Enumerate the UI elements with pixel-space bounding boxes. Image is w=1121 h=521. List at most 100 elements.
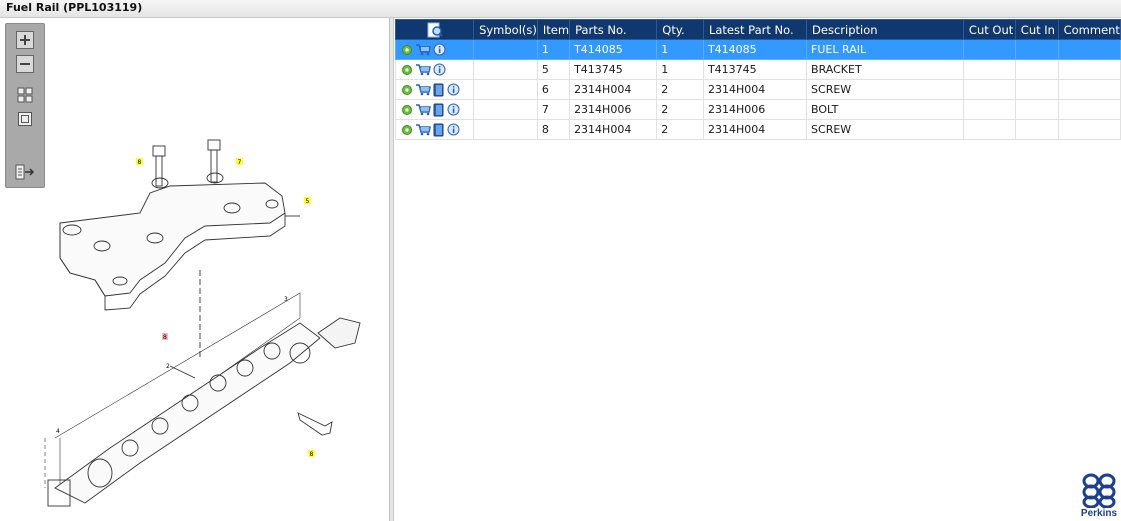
callout-label: 7 — [238, 159, 242, 166]
symbols-cell — [473, 79, 538, 100]
quantity-cell: 2 — [656, 79, 704, 100]
window-title: Fuel Rail (PPL103119) — [6, 1, 143, 14]
column-header-parts-no[interactable]: Parts No. — [569, 19, 658, 40]
item-cell: 5 — [536, 59, 571, 80]
callout-label: 3 — [284, 296, 288, 303]
cut-in-cell — [1014, 119, 1059, 140]
parts-table: Symbol(s) Item Parts No. Qty. Latest Par… — [394, 19, 1121, 140]
cut-out-cell — [962, 99, 1016, 120]
row-actions-cell — [394, 119, 475, 140]
configure-icon[interactable] — [401, 84, 413, 96]
table-row[interactable]: 1 T414085 1 T414085 FUEL RAIL — [394, 39, 1121, 60]
comment-cell — [1057, 119, 1121, 140]
square-icon — [18, 112, 32, 126]
export-list-icon — [15, 164, 35, 180]
part-number-cell: 2314H004 — [569, 119, 658, 140]
latest-part-number-cell: 2314H004 — [702, 119, 808, 140]
zoom-in-button[interactable] — [13, 30, 37, 50]
exploded-view-drawing[interactable]: 8 7 5 8 3 2 4 8 — [0, 18, 390, 521]
row-actions-cell — [394, 79, 475, 100]
table-row[interactable]: 5 T413745 1 T413745 BRACKET — [394, 59, 1121, 80]
item-cell: 6 — [536, 79, 571, 100]
info-icon[interactable] — [433, 63, 446, 76]
column-header-symbols[interactable]: Symbol(s) — [473, 19, 538, 40]
configure-icon[interactable] — [401, 44, 413, 56]
service-manual-icon[interactable] — [433, 83, 445, 97]
zoom-toolbar — [5, 23, 45, 188]
column-header-qty[interactable]: Qty. — [656, 19, 704, 40]
column-header-comment[interactable]: Comment — [1057, 19, 1121, 40]
cut-in-cell — [1014, 99, 1059, 120]
quantity-cell: 1 — [656, 59, 704, 80]
latest-part-number-cell: T414085 — [702, 39, 808, 60]
column-header-item[interactable]: Item — [536, 19, 571, 40]
callout-label: 8 — [138, 159, 142, 166]
fit-view-button[interactable] — [13, 85, 37, 105]
part-number-cell: T414085 — [569, 39, 658, 60]
zoom-in-icon — [16, 31, 34, 49]
service-manual-icon[interactable] — [433, 103, 445, 117]
column-header-description[interactable]: Description — [806, 19, 964, 40]
symbols-cell — [473, 39, 538, 60]
add-to-cart-icon[interactable] — [415, 63, 431, 76]
part-number-cell: 2314H004 — [569, 79, 658, 100]
description-cell: BOLT — [806, 99, 964, 120]
quantity-cell: 1 — [656, 39, 704, 60]
description-cell: SCREW — [806, 79, 964, 100]
latest-part-number-cell: 2314H006 — [702, 99, 808, 120]
title-bar: Fuel Rail (PPL103119) — [0, 0, 1121, 18]
add-to-cart-icon[interactable] — [415, 103, 431, 116]
column-header-latest-part-no[interactable]: Latest Part No. — [702, 19, 808, 40]
configure-icon[interactable] — [401, 124, 413, 136]
description-cell: FUEL RAIL — [806, 39, 964, 60]
callout-label: 4 — [56, 428, 60, 435]
symbols-cell — [473, 99, 538, 120]
zoom-out-icon — [16, 55, 34, 73]
table-row[interactable]: 8 2314H004 2 2314H004 SCREW — [394, 119, 1121, 140]
grid-icon — [17, 87, 33, 103]
latest-part-number-cell: T413745 — [702, 59, 808, 80]
cut-out-cell — [962, 39, 1016, 60]
add-to-cart-icon[interactable] — [415, 83, 431, 96]
comment-cell — [1057, 79, 1121, 100]
comment-cell — [1057, 99, 1121, 120]
symbols-cell — [473, 119, 538, 140]
column-header-tools[interactable] — [394, 19, 475, 40]
comment-cell — [1057, 59, 1121, 80]
add-to-cart-icon[interactable] — [415, 43, 431, 56]
table-row[interactable]: 7 2314H006 2 2314H006 BOLT — [394, 99, 1121, 120]
cut-in-cell — [1014, 39, 1059, 60]
export-button[interactable] — [13, 162, 37, 182]
part-number-cell: T413745 — [569, 59, 658, 80]
brand-name: Perkins — [1080, 508, 1118, 519]
drawing-pane[interactable]: 8 7 5 8 3 2 4 8 — [0, 18, 390, 521]
pane-splitter[interactable] — [390, 18, 394, 521]
info-icon[interactable] — [447, 83, 460, 96]
callout-label: 2 — [166, 363, 170, 370]
part-number-cell: 2314H006 — [569, 99, 658, 120]
table-row[interactable]: 6 2314H004 2 2314H004 SCREW — [394, 79, 1121, 100]
item-cell: 1 — [536, 39, 571, 60]
column-header-cut-in[interactable]: Cut In — [1014, 19, 1059, 40]
info-icon[interactable] — [447, 123, 460, 136]
service-manual-icon[interactable] — [433, 123, 445, 137]
quantity-cell: 2 — [656, 99, 704, 120]
info-icon[interactable] — [433, 43, 446, 56]
description-cell: SCREW — [806, 119, 964, 140]
comment-cell — [1057, 39, 1121, 60]
add-to-cart-icon[interactable] — [415, 123, 431, 136]
item-cell: 8 — [536, 119, 571, 140]
info-icon[interactable] — [447, 103, 460, 116]
row-actions-cell — [394, 39, 475, 60]
zoom-out-button[interactable] — [13, 54, 37, 74]
actual-size-button[interactable] — [13, 109, 37, 129]
callout-label: 8 — [310, 451, 314, 458]
symbols-cell — [473, 59, 538, 80]
column-header-cut-out[interactable]: Cut Out — [962, 19, 1016, 40]
parts-grid: Symbol(s) Item Parts No. Qty. Latest Par… — [394, 18, 1121, 521]
configure-icon[interactable] — [401, 104, 413, 116]
configure-icon[interactable] — [401, 64, 413, 76]
search-document-icon — [427, 22, 443, 37]
row-actions-cell — [394, 59, 475, 80]
callout-label: 8 — [163, 334, 167, 341]
